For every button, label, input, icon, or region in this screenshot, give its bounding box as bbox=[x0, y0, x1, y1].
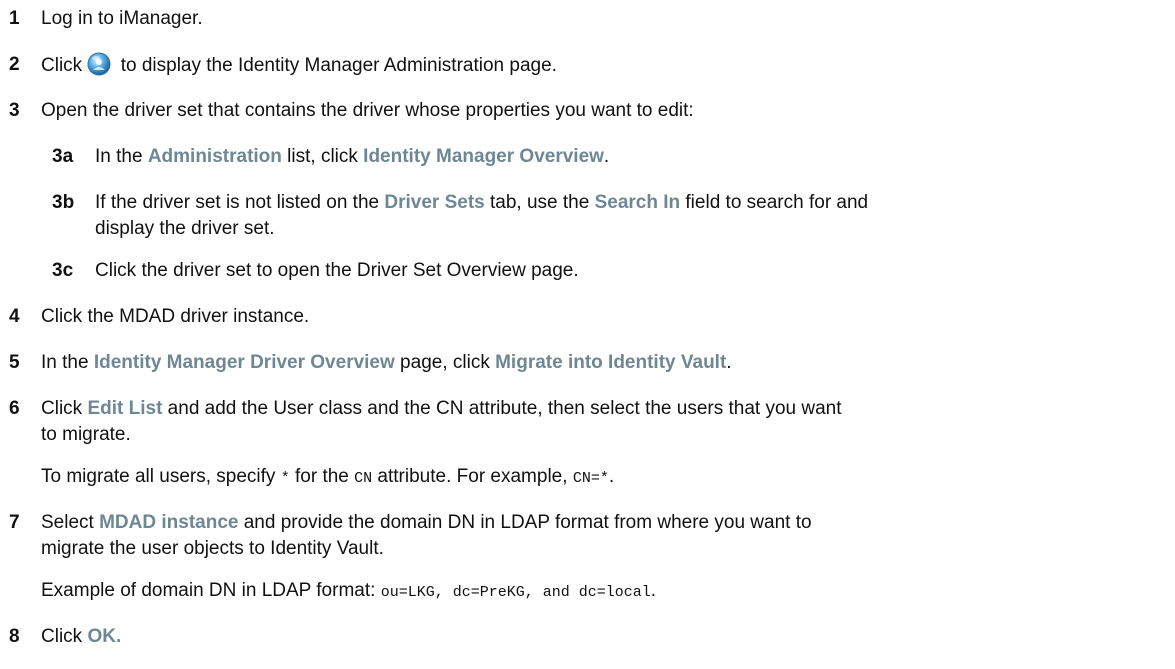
step-text-line2: to migrate. bbox=[41, 424, 131, 445]
identity-manager-globe-icon[interactable] bbox=[87, 52, 115, 76]
step-number: 6 bbox=[9, 398, 20, 419]
step-2: 2 Click to display the Identity Manager … bbox=[0, 52, 1175, 79]
note-text: for the bbox=[289, 466, 355, 487]
ui-term-migrate-into-identity-vault: Migrate into Identity Vault bbox=[495, 352, 727, 373]
step-1: 1 Log in to iManager. bbox=[0, 6, 1175, 32]
step-text: page, click bbox=[394, 352, 496, 373]
note-text: Example of domain DN in LDAP format: bbox=[41, 580, 381, 601]
procedure-document: 1 Log in to iManager. 2 Click to display… bbox=[0, 0, 1175, 669]
step-text: Select bbox=[41, 512, 100, 533]
step-text: In the bbox=[95, 146, 148, 167]
ui-term-search-in: Search In bbox=[594, 192, 681, 213]
step-5: 5 In the Identity Manager Driver Overview… bbox=[0, 350, 1175, 376]
ui-term-edit-list: Edit List bbox=[87, 398, 163, 419]
step-number: 3b bbox=[52, 192, 75, 213]
step-text: and add the User class and the CN attrib… bbox=[162, 398, 842, 419]
step-text-line2: migrate the user objects to Identity Vau… bbox=[41, 538, 384, 559]
note-text: . bbox=[650, 580, 657, 601]
code-cn-example: CN=* bbox=[572, 470, 609, 487]
step-number: 3 bbox=[9, 100, 20, 121]
step-text: Click bbox=[41, 626, 88, 647]
ui-term-identity-manager-overview: Identity Manager Overview bbox=[363, 146, 604, 167]
step-6: 6 Click Edit List and add the User class … bbox=[0, 396, 1175, 448]
step-text: Click the MDAD driver instance. bbox=[41, 306, 310, 327]
step-7-note: Example of domain DN in LDAP format: ou=… bbox=[41, 578, 656, 606]
note-text: . bbox=[608, 466, 615, 487]
ui-term-mdad-instance: MDAD instance bbox=[99, 512, 239, 533]
step-number: 4 bbox=[9, 306, 20, 327]
step-text: . bbox=[603, 146, 610, 167]
step-4: 4 Click the MDAD driver instance. bbox=[0, 304, 1175, 330]
ui-term-administration: Administration bbox=[147, 146, 282, 167]
step-number: 2 bbox=[9, 54, 20, 75]
code-domain-dn: ou=LKG, dc=PreKG, and dc=local bbox=[380, 584, 651, 601]
step-number: 5 bbox=[9, 352, 20, 373]
step-3c: 3c Click the driver set to open the Drive… bbox=[0, 258, 1175, 284]
note-text: attribute. For example, bbox=[372, 466, 573, 487]
step-text-pre: Click bbox=[41, 55, 88, 76]
step-number: 3a bbox=[52, 146, 74, 167]
note-text: To migrate all users, specify bbox=[41, 466, 281, 487]
step-3a: 3a In the Administration list, click Iden… bbox=[0, 144, 1175, 170]
step-text: In the bbox=[41, 352, 94, 373]
step-text: Open the driver set that contains the dr… bbox=[41, 100, 694, 121]
step-6-note: To migrate all users, specify * for the … bbox=[41, 464, 614, 492]
code-wildcard: * bbox=[280, 470, 290, 487]
step-text-line2: display the driver set. bbox=[95, 218, 275, 239]
step-text: tab, use the bbox=[484, 192, 595, 213]
step-number: 1 bbox=[9, 8, 20, 29]
step-3b: 3b If the driver set is not listed on the… bbox=[0, 190, 1175, 242]
step-text: Log in to iManager. bbox=[41, 8, 203, 29]
step-text: Click bbox=[41, 398, 88, 419]
code-cn: CN bbox=[354, 470, 373, 487]
step-8: 8 Click OK. bbox=[0, 624, 1175, 650]
step-number: 7 bbox=[9, 512, 20, 533]
step-text: field to search for and bbox=[680, 192, 869, 213]
ui-term-driver-sets: Driver Sets bbox=[384, 192, 485, 213]
step-text: If the driver set is not listed on the bbox=[95, 192, 385, 213]
step-3: 3 Open the driver set that contains the d… bbox=[0, 98, 1175, 124]
step-text: . bbox=[726, 352, 732, 373]
ui-term-ok: OK. bbox=[87, 626, 122, 647]
step-text: Click the driver set to open the Driver … bbox=[95, 260, 579, 281]
ui-term-identity-manager-driver-overview: Identity Manager Driver Overview bbox=[93, 352, 395, 373]
step-number: 8 bbox=[9, 626, 20, 647]
step-number: 3c bbox=[52, 260, 74, 281]
step-text: and provide the domain DN in LDAP format… bbox=[238, 512, 812, 533]
step-text-post: to display the Identity Manager Administ… bbox=[120, 55, 557, 76]
step-text: list, click bbox=[281, 146, 364, 167]
step-7: 7 Select MDAD instance and provide the do… bbox=[0, 510, 1175, 562]
